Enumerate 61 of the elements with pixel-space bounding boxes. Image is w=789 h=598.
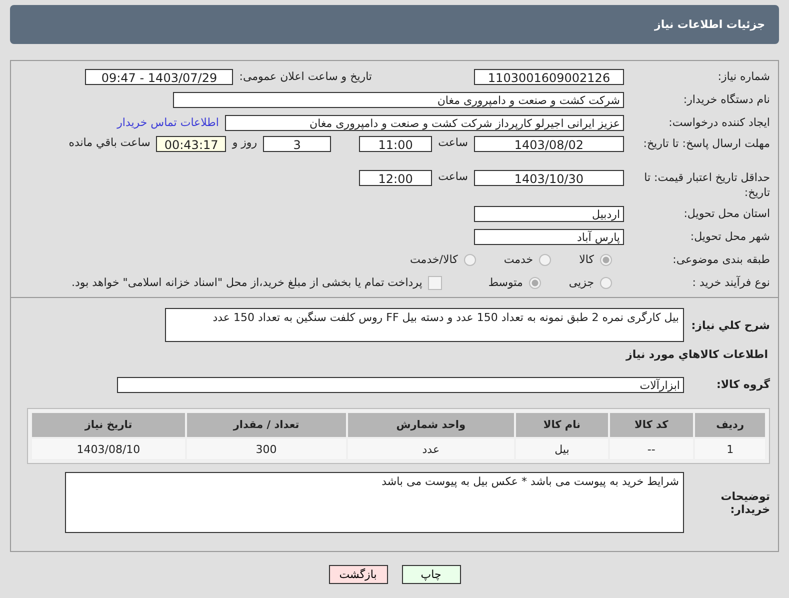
radio-button[interactable] xyxy=(528,276,541,288)
validity-time-field: 12:00 xyxy=(359,170,432,186)
field-label: نام دستگاه خریدار: xyxy=(682,93,770,106)
radio-label: متوسط xyxy=(488,276,523,289)
field-label: استان محل تحویل: xyxy=(682,207,770,220)
table-cell: 1 xyxy=(695,439,765,459)
field-label: گروه کالا: xyxy=(715,378,770,391)
radio-button[interactable] xyxy=(464,254,476,266)
need-number-field: 1103001609002126 xyxy=(474,68,624,84)
radio-label: کالا xyxy=(579,253,594,266)
column-header: تاریخ نیاز xyxy=(32,413,185,437)
treasury-note: پرداخت تمام یا بخشی از مبلغ خرید،از محل "اسناد خزانه اسلامی" خواهد بود. xyxy=(72,276,422,289)
radio-label: جزیی xyxy=(568,276,594,289)
deadline-time-field: 11:00 xyxy=(359,136,432,152)
field-label: تاریخ و ساعت اعلان عمومی: xyxy=(239,70,372,83)
province-field: اردبیل xyxy=(474,206,624,222)
table-cell: عدد xyxy=(348,439,514,459)
field-label: روز و xyxy=(232,136,258,149)
field-label: ساعت xyxy=(438,170,468,183)
field-label: حداقل تاریخ اعتبار قیمت: تا تاریخ: xyxy=(643,170,770,200)
buyer-org-field: شرکت کشت و صنعت و دامپروری مغان xyxy=(173,92,624,108)
remaining-time-field: 00:43:17 xyxy=(156,136,226,152)
print-button[interactable]: چاپ xyxy=(402,565,460,584)
column-header: ردیف xyxy=(695,413,765,437)
table-cell: 1403/08/10 xyxy=(32,439,185,459)
days-field: 3 xyxy=(263,136,332,152)
announce-date-field: 1403/07/29 - 09:47 xyxy=(85,68,234,84)
field-label: توضیحات خریدار: xyxy=(720,490,770,516)
radio-button[interactable] xyxy=(539,254,552,266)
field-label: شهر محل تحویل: xyxy=(689,230,770,243)
column-header: تعداد / مقدار xyxy=(186,413,346,437)
radio-button[interactable] xyxy=(600,276,612,288)
field-label: ساعت باقي مانده xyxy=(68,136,150,149)
field-label: طبقه بندی موضوعی: xyxy=(672,253,770,266)
page-title: جزئیات اطلاعات نیاز xyxy=(654,18,765,31)
buyer-contact-link[interactable]: اطلاعات تماس خریدار xyxy=(117,116,219,129)
column-header: واحد شمارش xyxy=(348,413,514,437)
field-label: ساعت xyxy=(438,136,468,149)
table-cell: -- xyxy=(610,439,694,459)
radio-label: کالا/خدمت xyxy=(410,253,458,266)
table-cell: بیل xyxy=(516,439,608,459)
field-label: ایجاد کننده درخواست: xyxy=(668,116,770,129)
column-header: نام کالا xyxy=(516,413,608,437)
radio-label: خدمت xyxy=(504,253,534,266)
section-heading: اطلاعات کالاهاي مورد نياز xyxy=(624,348,769,361)
buyer-notes-textarea[interactable]: شرایط خرید به پیوست می باشد * عکس بیل به پیوست می باشد xyxy=(65,472,684,533)
city-field: پارس آباد xyxy=(474,228,624,244)
column-header: کد کالا xyxy=(610,413,694,437)
field-label: شماره نیاز: xyxy=(716,70,770,83)
field-label: مهلت ارسال پاسخ: تا تاریخ: xyxy=(642,136,770,151)
goods-group-field: ابزارآلات xyxy=(117,376,684,392)
validity-date-field: 1403/10/30 xyxy=(474,170,624,186)
checkbox[interactable] xyxy=(428,276,442,290)
table-cell: 300 xyxy=(186,439,346,459)
back-button[interactable]: بازگشت xyxy=(328,565,388,584)
deadline-date-field: 1403/08/02 xyxy=(474,136,624,152)
field-label: نوع فرآیند خرید : xyxy=(691,276,770,289)
radio-button[interactable] xyxy=(600,254,612,266)
description-textarea[interactable]: بیل کارگری نمره 2 طبق نمونه به تعداد 150 عدد و دسته بیل FF روس کلفت سنگین به تعداد 150 عدد xyxy=(165,308,684,342)
field-label: شرح کلي نياز: xyxy=(690,318,770,332)
requester-field: عزیز ایرانی اجیرلو کارپرداز شرکت کشت و صنعت و دامپروری مغان xyxy=(225,114,624,130)
